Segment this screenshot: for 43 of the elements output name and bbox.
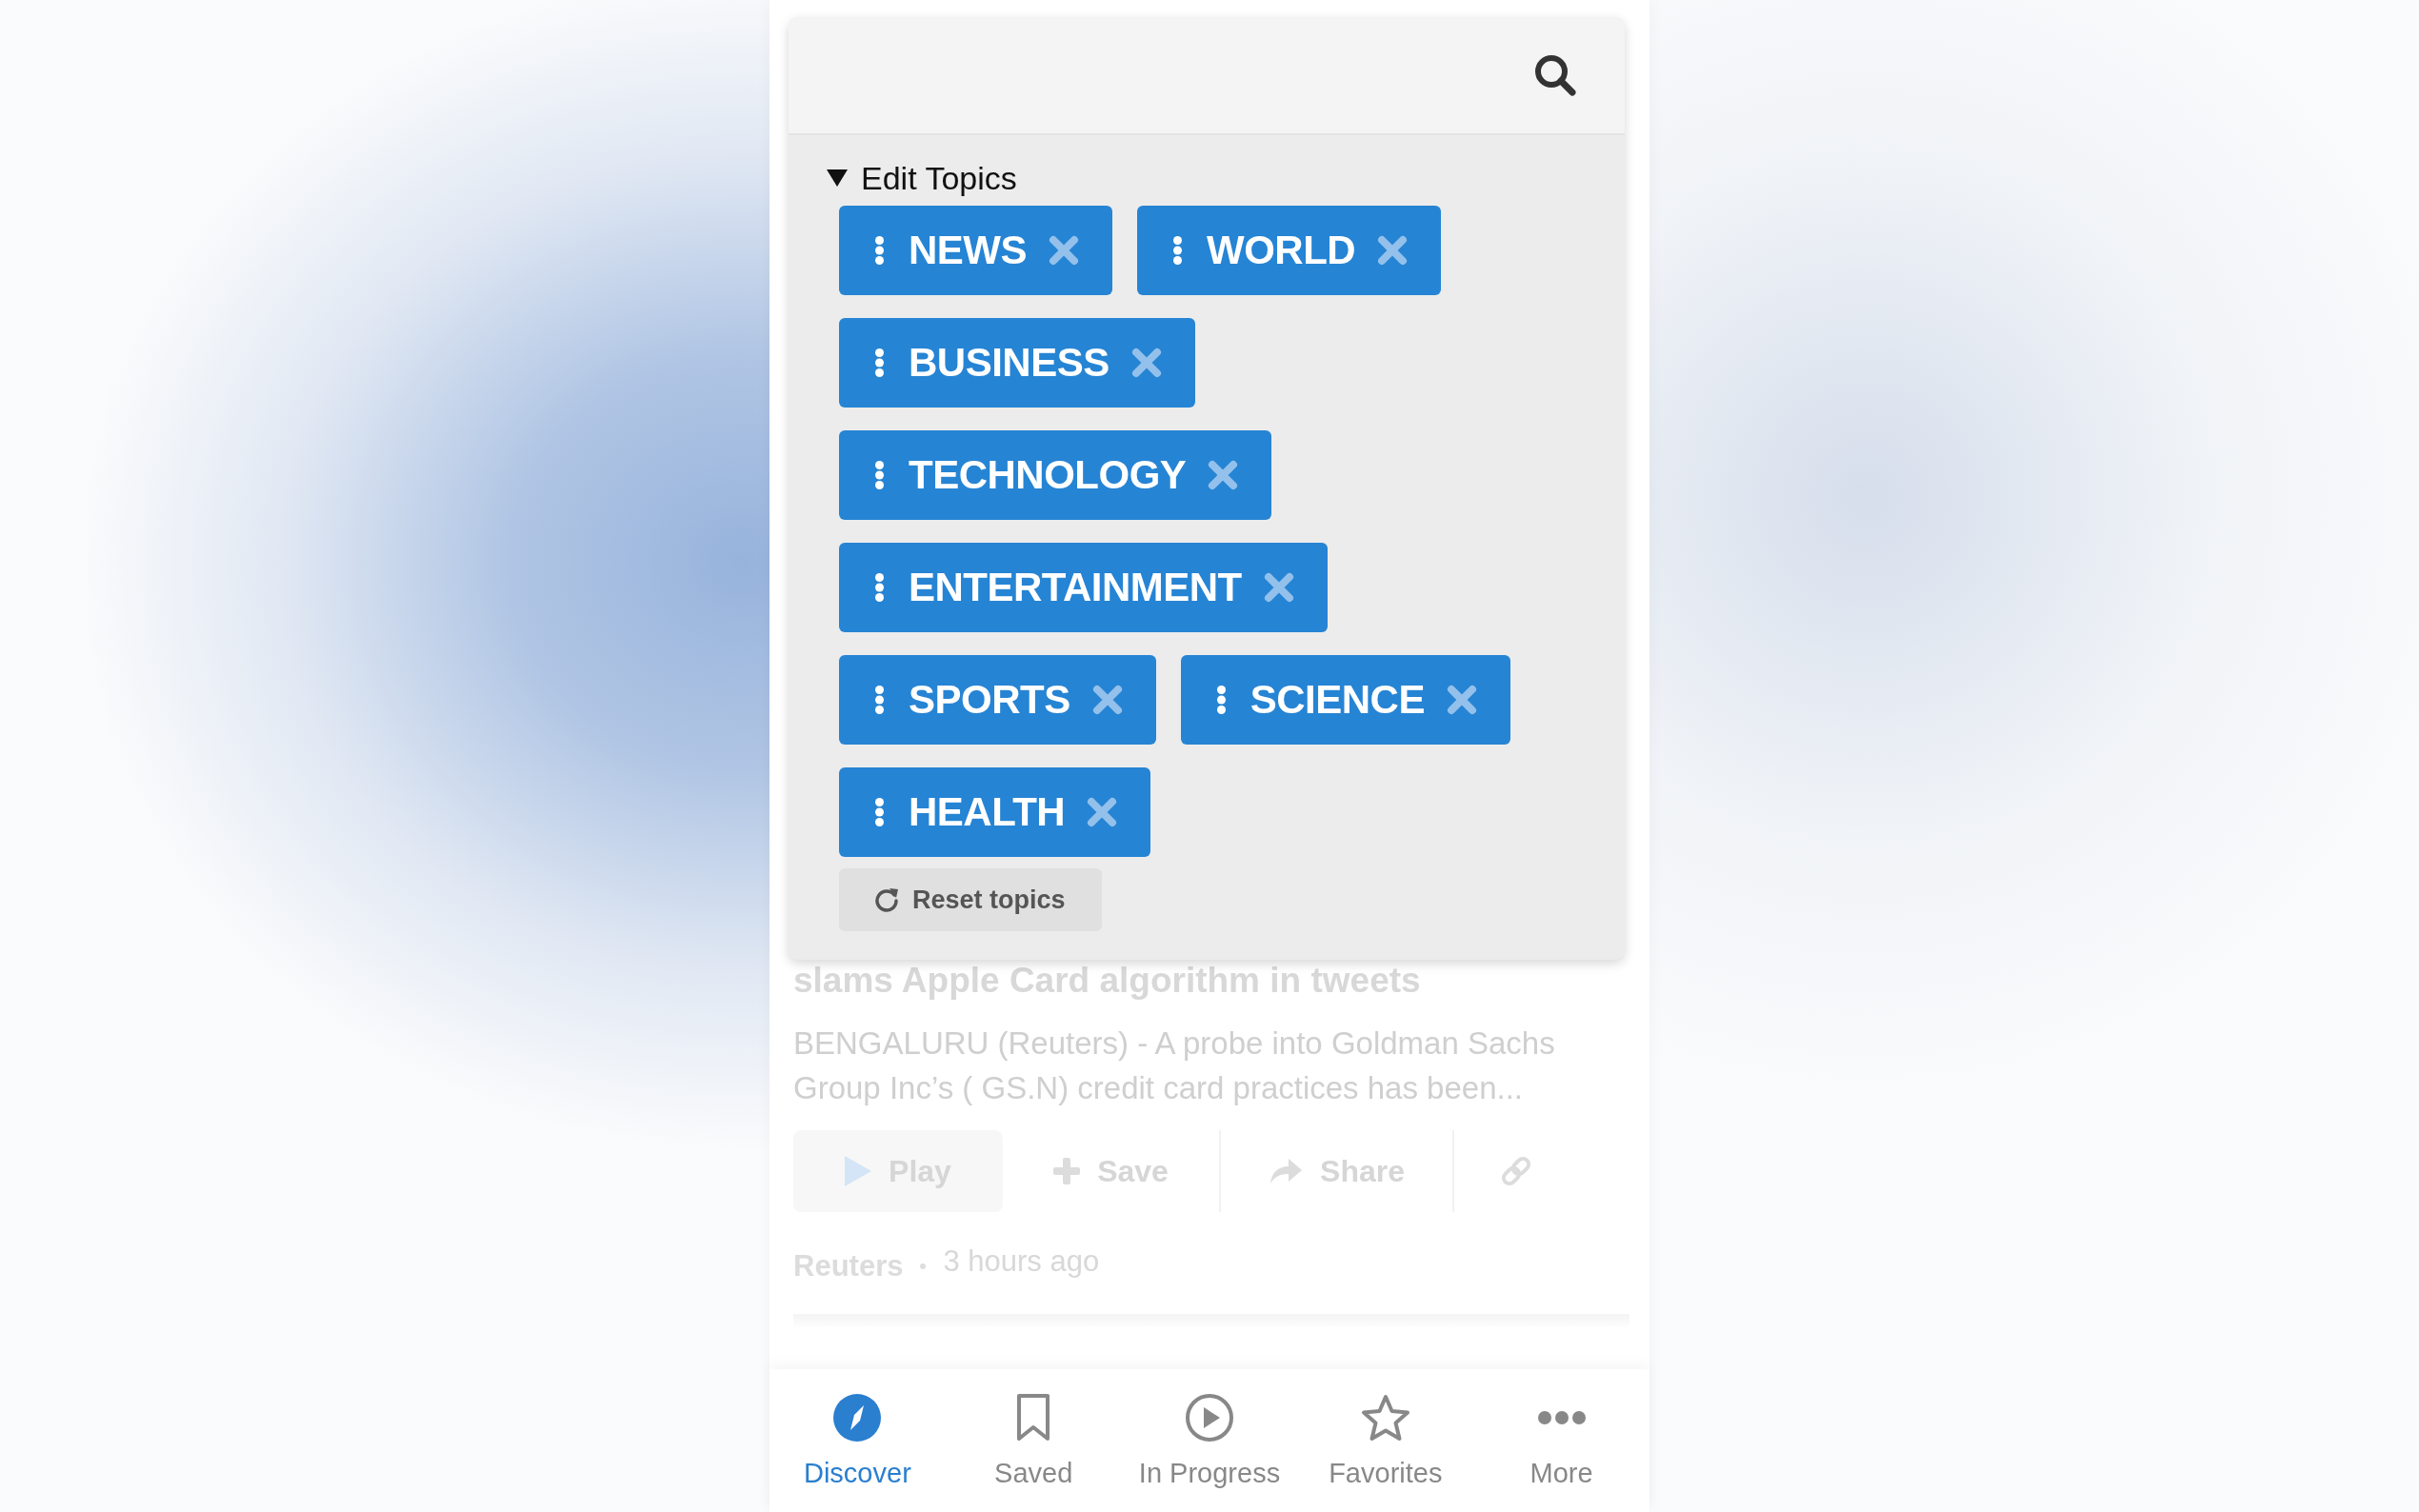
vertical-dots-icon — [875, 236, 884, 265]
vertical-dots-icon — [875, 573, 884, 602]
topic-chip[interactable]: NEWS — [839, 206, 1112, 295]
topic-chip[interactable]: SPORTS — [839, 655, 1156, 745]
nav-tab[interactable]: Saved — [945, 1369, 1122, 1512]
link-icon[interactable] — [1500, 1155, 1532, 1187]
play-circle-icon — [1186, 1394, 1233, 1442]
plus-icon — [1053, 1158, 1081, 1184]
nav-tab[interactable]: Favorites — [1297, 1369, 1474, 1512]
topic-chip[interactable]: TECHNOLOGY — [839, 430, 1272, 520]
bookmark-icon — [1017, 1394, 1050, 1442]
topic-chip[interactable]: SCIENCE — [1180, 655, 1510, 745]
edit-topics-toggle[interactable]: Edit Topics — [827, 156, 1017, 200]
close-icon[interactable] — [1130, 348, 1162, 378]
topic-chip[interactable]: BUSINESS — [839, 318, 1195, 408]
close-icon[interactable] — [1208, 460, 1239, 490]
nav-tab[interactable]: More — [1473, 1369, 1649, 1512]
vertical-dots-icon — [875, 686, 884, 714]
topic-chip[interactable]: ENTERTAINMENT — [839, 543, 1328, 632]
dot-icon — [920, 1263, 927, 1269]
nav-tab[interactable]: In Progress — [1121, 1369, 1298, 1512]
vertical-dots-icon — [1216, 686, 1226, 714]
more-dots-icon — [1537, 1411, 1586, 1424]
refresh-icon — [874, 887, 899, 912]
close-icon[interactable] — [1049, 235, 1079, 266]
close-icon[interactable] — [1377, 235, 1409, 266]
star-icon — [1360, 1394, 1410, 1442]
nav-tab[interactable]: Discover — [770, 1369, 946, 1512]
vertical-dots-icon — [875, 348, 884, 377]
search-icon[interactable] — [1534, 54, 1576, 96]
close-icon[interactable] — [1446, 685, 1477, 715]
curved-arrow-icon — [1269, 1158, 1304, 1184]
play-icon — [845, 1156, 872, 1186]
vertical-dots-icon — [875, 461, 884, 489]
close-icon[interactable] — [1087, 797, 1118, 827]
close-icon[interactable] — [1091, 685, 1123, 715]
vertical-dots-icon — [875, 798, 884, 826]
topic-chip[interactable]: WORLD — [1137, 206, 1442, 295]
topic-chip[interactable]: HEALTH — [839, 767, 1151, 857]
compass-icon — [833, 1394, 882, 1442]
vertical-dots-icon — [1173, 236, 1182, 265]
close-icon[interactable] — [1263, 572, 1294, 603]
reset-topics-button[interactable]: Reset topics — [839, 868, 1102, 931]
